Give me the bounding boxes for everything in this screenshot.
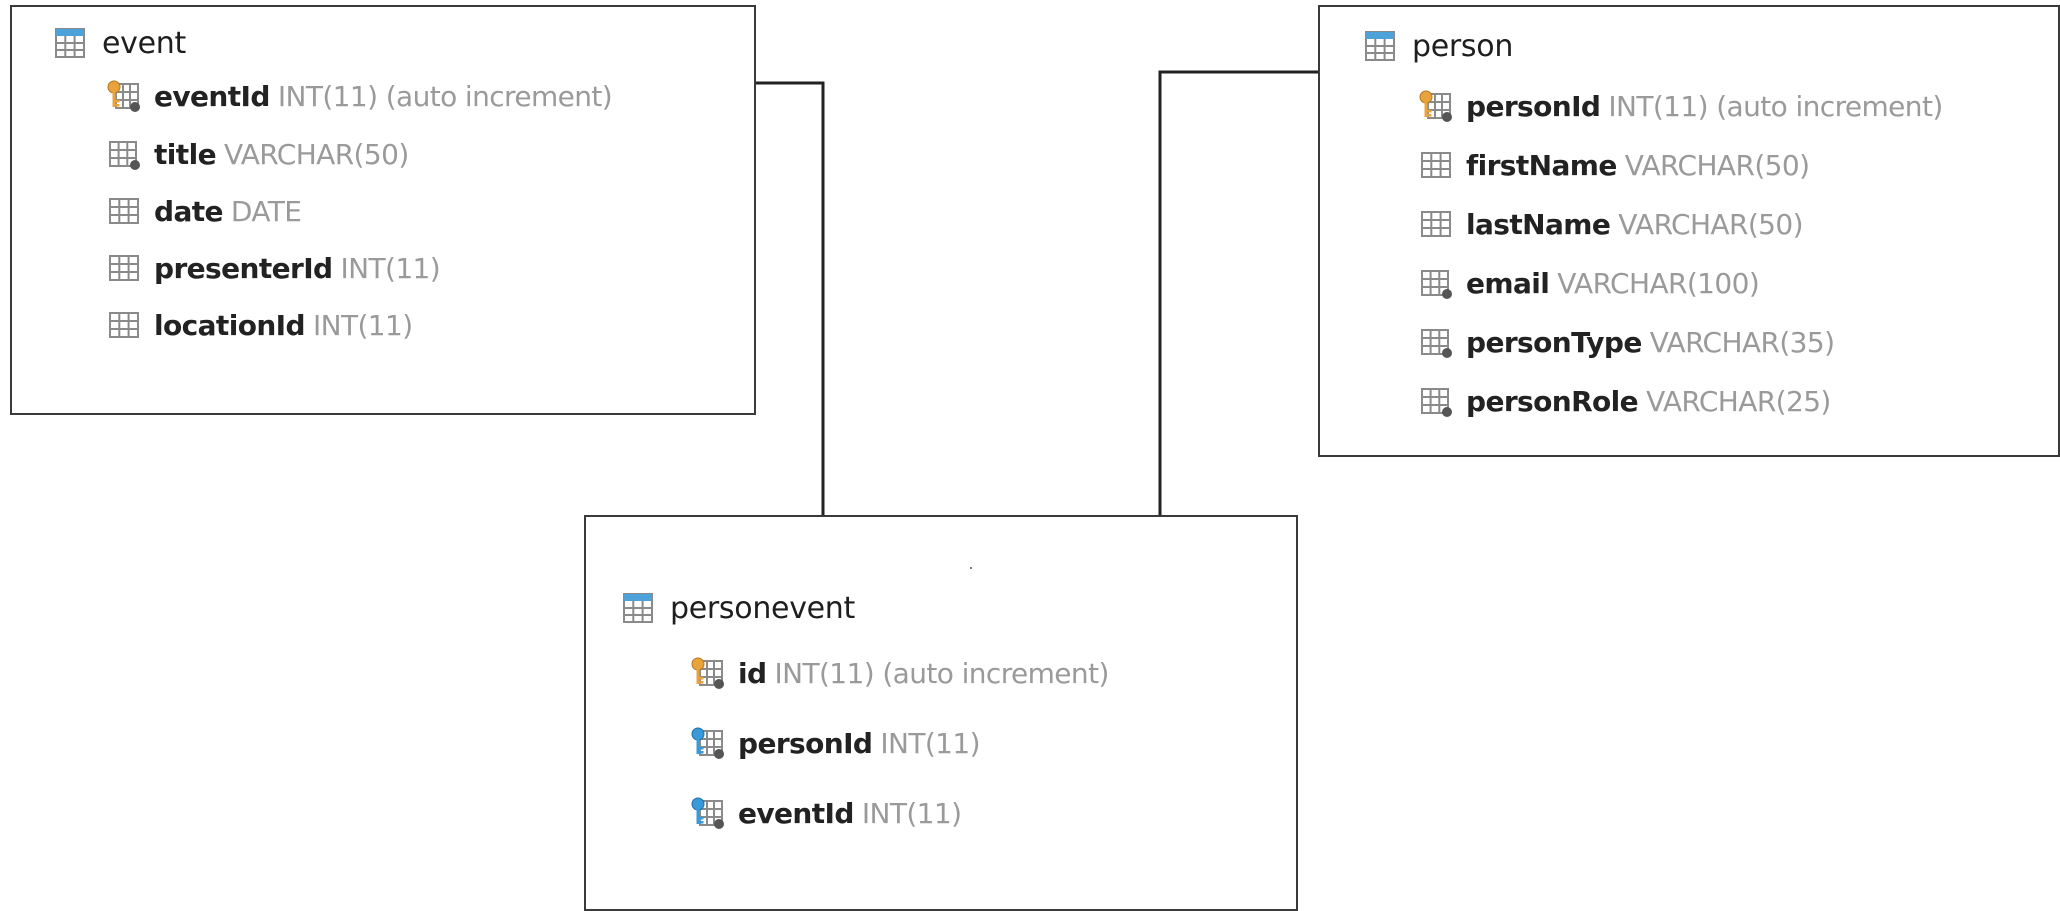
field-type: INT(11)	[340, 251, 441, 285]
field-type: INT(11) (auto increment)	[774, 656, 1109, 690]
table-event[interactable]: event eventId INT(11) (auto increment) t…	[10, 5, 756, 415]
field-name: lastName	[1466, 207, 1611, 241]
field-row[interactable]: email VARCHAR(100)	[1418, 263, 1943, 303]
column-indexed-icon	[1421, 388, 1452, 417]
field-row[interactable]: firstName VARCHAR(50)	[1418, 145, 1943, 185]
field-type: VARCHAR(50)	[1624, 148, 1810, 182]
table-header: person	[1362, 26, 1513, 66]
primary-key-icon	[1419, 90, 1452, 122]
field-row[interactable]: personType VARCHAR(35)	[1418, 322, 1943, 362]
field-type: INT(11)	[861, 796, 962, 830]
field-name: personType	[1466, 325, 1642, 359]
field-row[interactable]: date DATE	[106, 191, 612, 231]
field-name: eventId	[154, 79, 270, 113]
primary-key-icon	[107, 80, 140, 112]
field-type: VARCHAR(25)	[1646, 384, 1831, 418]
field-name: email	[1466, 266, 1550, 300]
table-name: personevent	[670, 590, 855, 626]
field-name: id	[738, 656, 767, 690]
selection-mark	[970, 567, 972, 569]
field-row[interactable]: locationId INT(11)	[106, 305, 612, 345]
relationship-line-personevent-person	[1158, 70, 1319, 515]
field-name: personId	[1466, 89, 1601, 123]
field-type: VARCHAR(100)	[1557, 266, 1760, 300]
relationship-line-personevent-event	[756, 81, 825, 515]
table-name: person	[1412, 28, 1514, 64]
field-type: INT(11)	[880, 726, 980, 760]
field-name: personRole	[1466, 384, 1639, 418]
table-name: event	[102, 25, 186, 61]
field-list: eventId INT(11) (auto increment) title V…	[106, 76, 613, 345]
field-name: firstName	[1466, 148, 1617, 182]
field-type: VARCHAR(50)	[223, 137, 409, 171]
field-row[interactable]: personId INT(11) (auto increment)	[1418, 86, 1943, 126]
table-icon	[623, 593, 653, 623]
column-indexed-icon	[1421, 270, 1452, 299]
table-icon	[55, 28, 85, 58]
column-icon	[109, 255, 139, 281]
column-icon	[109, 198, 139, 224]
field-name: eventId	[738, 796, 854, 830]
table-icon	[1365, 31, 1395, 61]
field-row[interactable]: title VARCHAR(50)	[106, 134, 612, 174]
field-name: title	[154, 137, 217, 171]
field-name: presenterId	[154, 251, 333, 285]
field-name: locationId	[154, 308, 306, 342]
field-type: VARCHAR(35)	[1649, 325, 1835, 359]
table-person[interactable]: person personId INT(11) (auto increment)	[1318, 5, 2060, 457]
field-type: DATE	[230, 194, 302, 228]
field-list: personId INT(11) (auto increment) firstN…	[1418, 86, 1943, 421]
field-row[interactable]: personRole VARCHAR(25)	[1418, 381, 1943, 421]
primary-key-icon	[691, 657, 724, 689]
field-type: INT(11) (auto increment)	[277, 79, 613, 113]
column-icon	[109, 312, 139, 338]
field-type: INT(11) (auto increment)	[1608, 89, 1943, 123]
field-row[interactable]: eventId INT(11)	[690, 793, 1109, 833]
table-personevent[interactable]: personevent id INT(11) (auto increment)	[584, 515, 1298, 911]
column-indexed-icon	[109, 141, 140, 170]
field-name: personId	[738, 726, 873, 760]
column-icon	[1421, 152, 1451, 178]
field-name: date	[154, 194, 224, 228]
column-indexed-icon	[1421, 329, 1452, 358]
field-row[interactable]: eventId INT(11) (auto increment)	[106, 76, 613, 116]
field-row[interactable]: lastName VARCHAR(50)	[1418, 204, 1943, 244]
field-type: VARCHAR(50)	[1618, 207, 1803, 241]
field-row[interactable]: presenterId INT(11)	[106, 248, 612, 288]
column-icon	[1421, 211, 1451, 237]
table-header: event	[52, 23, 186, 63]
field-list: id INT(11) (auto increment) personId INT…	[690, 653, 1109, 833]
field-type: INT(11)	[312, 308, 413, 342]
field-row[interactable]: personId INT(11)	[690, 723, 1109, 763]
field-row[interactable]: id INT(11) (auto increment)	[690, 653, 1109, 693]
foreign-key-icon	[691, 797, 724, 829]
foreign-key-icon	[691, 727, 724, 759]
table-header: personevent	[620, 588, 855, 628]
